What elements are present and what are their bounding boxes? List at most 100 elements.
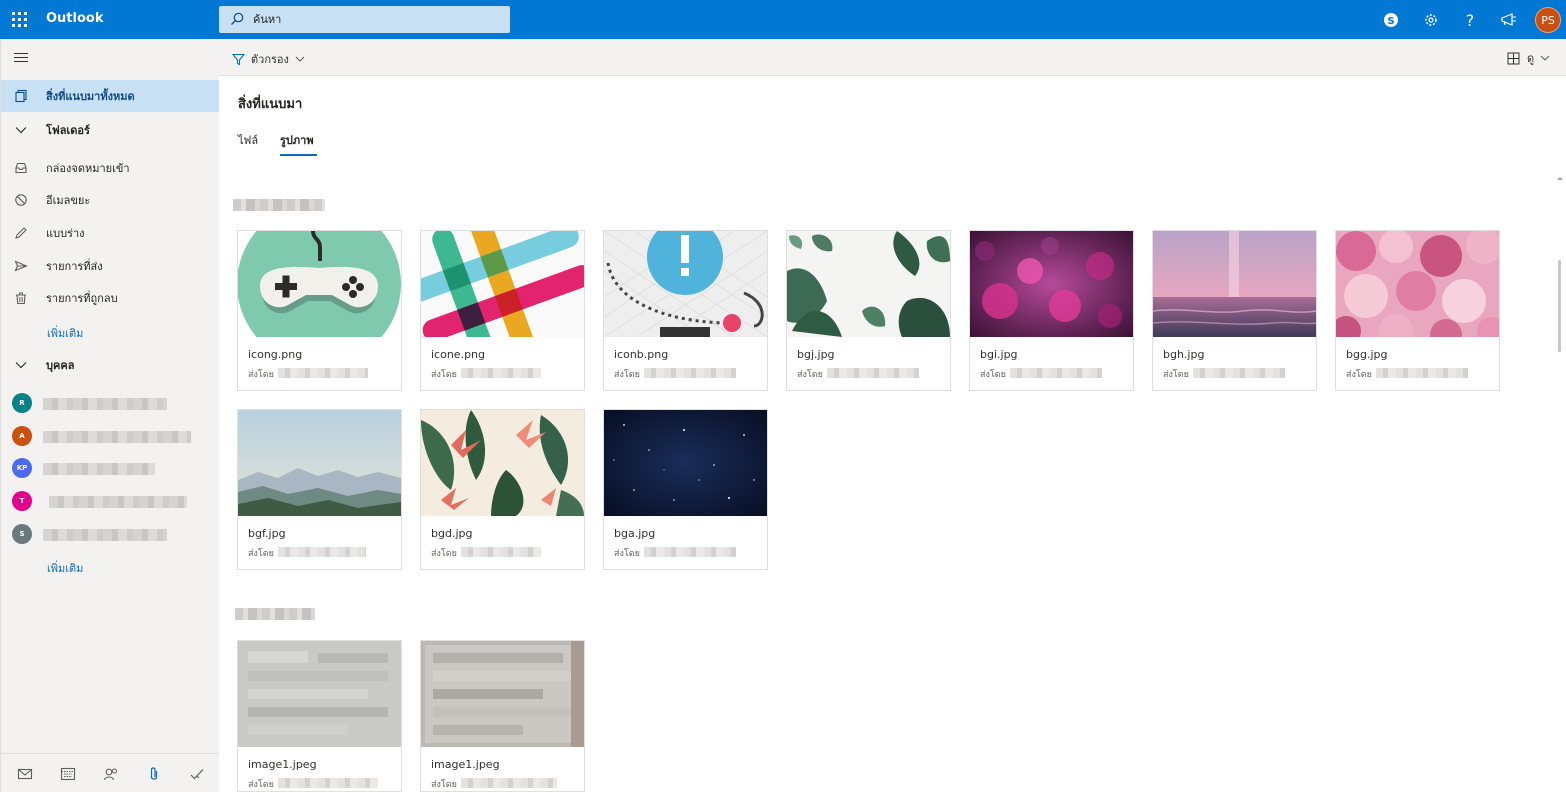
help-icon[interactable]: ? <box>1459 9 1481 31</box>
sidebar-item-deleted[interactable]: รายการที่ถูกลบ <box>1 282 219 314</box>
redacted-sender <box>461 547 541 557</box>
redacted-sender <box>461 778 557 788</box>
redacted-group-header <box>235 608 315 620</box>
sidebar-person[interactable]: S <box>1 520 219 550</box>
attachment-thumbnail <box>787 231 950 337</box>
tab-files[interactable]: ไฟล์ <box>238 131 258 149</box>
redacted-sender <box>644 547 736 557</box>
sent-by-label: ส่งโดย <box>1346 370 1372 380</box>
attachment-thumbnail <box>238 641 401 747</box>
skype-icon[interactable]: S <box>1380 9 1402 31</box>
attachment-thumbnail <box>421 410 584 516</box>
scroll-thumb[interactable] <box>1558 260 1561 352</box>
redacted-sender <box>461 368 541 378</box>
person-avatar: KP <box>12 458 32 478</box>
app-title[interactable]: Outlook <box>46 11 103 26</box>
sidebar-item-all-attachments[interactable]: สิ่งที่แนบมาทั้งหมด <box>1 80 219 112</box>
sent-by-label: ส่งโดย <box>431 549 457 559</box>
search-box[interactable] <box>219 6 510 33</box>
sent-by-label: ส่งโดย <box>1163 370 1189 380</box>
main-content: สิ่งที่แนบมา ไฟล์ รูปภาพ icong.png ส่งโด… <box>219 76 1566 792</box>
view-button[interactable]: ดู <box>1507 49 1550 67</box>
attachment-card[interactable]: icong.png ส่งโดย <box>237 230 402 391</box>
attachment-card[interactable]: image1.jpeg ส่งโดย <box>420 640 585 792</box>
page-title: สิ่งที่แนบมา <box>238 97 303 112</box>
people-icon[interactable] <box>103 766 119 782</box>
attachments-icon <box>15 89 27 103</box>
attachment-card[interactable]: bgh.jpg ส่งโดย <box>1152 230 1317 391</box>
sidebar-item-label: รายการที่ส่ง <box>46 260 103 273</box>
attachment-filename: bga.jpg <box>614 527 656 540</box>
attachment-card[interactable]: icone.png ส่งโดย <box>420 230 585 391</box>
sidebar-item-label: รายการที่ถูกลบ <box>46 292 118 305</box>
folders-more-link[interactable]: เพิ่มเติม <box>47 324 83 342</box>
people-header-label: บุคคล <box>46 359 75 372</box>
sent-by-label: ส่งโดย <box>614 370 640 380</box>
search-icon <box>231 12 244 25</box>
sidebar-person[interactable]: KP <box>1 454 219 484</box>
attachment-filename: bgf.jpg <box>248 527 286 540</box>
sidebar-person[interactable]: T <box>1 487 219 517</box>
sidebar-item-inbox[interactable]: กล่องจดหมายเข้า <box>1 152 219 184</box>
search-input[interactable] <box>253 6 503 33</box>
sidebar-person[interactable]: A <box>1 422 219 452</box>
folders-header[interactable]: โฟลเดอร์ <box>1 115 219 145</box>
calendar-icon[interactable] <box>60 766 76 782</box>
attachment-thumbnail <box>970 231 1133 337</box>
attachment-card[interactable]: bga.jpg ส่งโดย <box>603 409 768 570</box>
person-avatar: R <box>12 393 32 413</box>
sidebar-item-sent[interactable]: รายการที่ส่ง <box>1 250 219 282</box>
sent-by-label: ส่งโดย <box>431 370 457 380</box>
attachment-card[interactable]: bgg.jpg ส่งโดย <box>1335 230 1500 391</box>
sidebar-item-label: แบบร่าง <box>46 227 85 240</box>
tab-images[interactable]: รูปภาพ <box>280 131 314 149</box>
app-launcher-icon[interactable] <box>12 12 27 27</box>
filter-button[interactable]: ตัวกรอง <box>232 50 305 68</box>
megaphone-icon[interactable] <box>1498 9 1520 31</box>
people-header[interactable]: บุคคล <box>1 350 219 380</box>
sent-by-label: ส่งโดย <box>248 780 274 790</box>
attachment-card[interactable]: bgi.jpg ส่งโดย <box>969 230 1134 391</box>
redacted-sender <box>278 368 368 378</box>
paperclip-icon[interactable] <box>146 766 162 782</box>
chevron-down-icon <box>15 127 27 134</box>
command-bar: ตัวกรอง ดู <box>219 39 1566 76</box>
attachment-filename: iconb.png <box>614 348 669 361</box>
attachment-filename: bgh.jpg <box>1163 348 1205 361</box>
attachment-filename: bgi.jpg <box>980 348 1018 361</box>
gear-icon[interactable] <box>1420 9 1442 31</box>
redacted-person-name <box>43 398 167 410</box>
bottom-app-nav <box>1 753 219 792</box>
pencil-icon <box>15 227 27 239</box>
chevron-down-icon <box>295 56 305 62</box>
attachment-filename: bgg.jpg <box>1346 348 1388 361</box>
sidebar-person[interactable]: R <box>1 389 219 419</box>
redacted-sender <box>1376 368 1468 378</box>
sidebar-item-drafts[interactable]: แบบร่าง <box>1 217 219 249</box>
attachment-filename: icong.png <box>248 348 303 361</box>
attachment-thumbnail <box>604 231 767 337</box>
attachment-filename: image1.jpeg <box>431 758 500 771</box>
content-scrollbar[interactable] <box>1556 175 1564 792</box>
sidebar-item-junk[interactable]: อีเมลขยะ <box>1 184 219 216</box>
user-avatar[interactable]: PS <box>1535 7 1561 33</box>
todo-check-icon[interactable] <box>189 766 205 782</box>
person-avatar: A <box>12 426 32 446</box>
attachment-card[interactable]: bgj.jpg ส่งโดย <box>786 230 951 391</box>
redacted-group-header <box>233 199 325 211</box>
attachment-thumbnail <box>238 231 401 337</box>
hamburger-menu-icon[interactable] <box>14 53 28 63</box>
attachment-card[interactable]: bgd.jpg ส่งโดย <box>420 409 585 570</box>
mail-icon[interactable] <box>17 766 33 782</box>
scroll-up-icon[interactable] <box>1556 175 1564 181</box>
attachment-card[interactable]: iconb.png ส่งโดย <box>603 230 768 391</box>
redacted-person-name <box>43 463 155 475</box>
sent-by-label: ส่งโดย <box>248 370 274 380</box>
sidebar-item-label: อีเมลขยะ <box>46 194 91 207</box>
redacted-sender <box>1193 368 1285 378</box>
people-more-link[interactable]: เพิ่มเติม <box>47 559 83 577</box>
attachment-card[interactable]: image1.jpeg ส่งโดย <box>237 640 402 792</box>
attachment-card[interactable]: bgf.jpg ส่งโดย <box>237 409 402 570</box>
redacted-sender <box>644 368 736 378</box>
sent-by-label: ส่งโดย <box>431 780 457 790</box>
